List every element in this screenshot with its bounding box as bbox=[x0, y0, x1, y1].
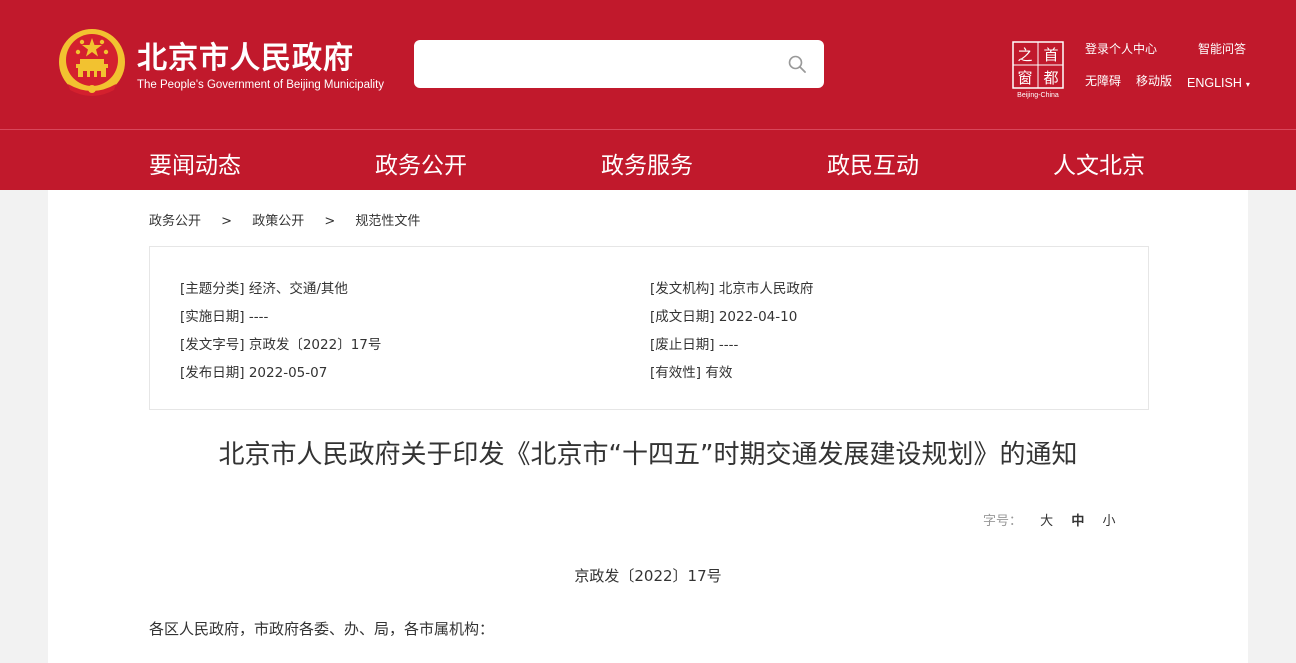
meta-key: [成文日期] bbox=[650, 309, 715, 325]
document-number: 京政发〔2022〕17号 bbox=[574, 567, 722, 585]
nav-item-interaction[interactable]: 政民互动 bbox=[827, 146, 919, 180]
meta-key: [发文字号] bbox=[180, 337, 245, 353]
english-label: ENGLISH bbox=[1187, 76, 1242, 90]
meta-doc-number: [发文字号] 京政发〔2022〕17号 bbox=[180, 333, 381, 353]
smart-qa-link[interactable]: 智能问答 bbox=[1198, 40, 1246, 57]
meta-value: 北京市人民政府 bbox=[718, 281, 814, 297]
meta-topic: [主题分类] 经济、交通/其他 bbox=[180, 277, 348, 297]
search-input[interactable] bbox=[414, 40, 824, 88]
meta-key: [主题分类] bbox=[180, 281, 245, 297]
mobile-version-link[interactable]: 移动版 bbox=[1136, 72, 1172, 89]
font-size-label: 字号： bbox=[983, 514, 1023, 529]
nav-item-gov-affairs-open[interactable]: 政务公开 bbox=[375, 146, 467, 180]
nav-item-gov-services[interactable]: 政务服务 bbox=[601, 146, 693, 180]
capital-logo-caption: Beijing-China bbox=[1017, 92, 1059, 99]
document-recipients: 各区人民政府，市政府各委、办、局，各市属机构： bbox=[149, 620, 495, 638]
dropdown-arrow-icon: ▾ bbox=[1245, 80, 1250, 89]
meta-issuer: [发文机构] 北京市人民政府 bbox=[650, 277, 813, 297]
breadcrumb-item-policy[interactable]: 政策公开 bbox=[252, 210, 304, 229]
breadcrumb-item-normative-docs[interactable]: 规范性文件 bbox=[355, 210, 420, 229]
meta-repeal-date: [废止日期] ---- bbox=[650, 333, 738, 353]
meta-validity: [有效性] 有效 bbox=[650, 361, 732, 381]
meta-value: ---- bbox=[248, 309, 269, 325]
site-header: 北京市人民政府 The People's Government of Beiji… bbox=[0, 0, 1296, 190]
font-size-switcher: 字号： 大 中 小 bbox=[983, 510, 1115, 529]
english-link[interactable]: ENGLISH ▾ bbox=[1187, 76, 1250, 90]
font-size-small-button[interactable]: 小 bbox=[1102, 514, 1115, 529]
meta-value: 京政发〔2022〕17号 bbox=[248, 337, 382, 353]
breadcrumb-separator: > bbox=[324, 214, 336, 229]
meta-key: [有效性] bbox=[650, 365, 702, 381]
main-content: 政务公开 > 政策公开 > 规范性文件 [主题分类] 经济、交通/其他 [发文机… bbox=[48, 190, 1248, 663]
meta-value: 有效 bbox=[705, 365, 733, 381]
font-size-large-button[interactable]: 大 bbox=[1040, 514, 1053, 529]
capital-logo-char-2: 首 bbox=[1043, 46, 1058, 64]
capital-window-logo-icon[interactable]: 之 首 窗 都 Beijing-China bbox=[1012, 41, 1064, 99]
meta-written-date: [成文日期] 2022-04-10 bbox=[650, 305, 797, 325]
capital-logo-char-4: 都 bbox=[1043, 69, 1058, 87]
meta-value: ---- bbox=[718, 337, 739, 353]
nav-item-news[interactable]: 要闻动态 bbox=[149, 146, 241, 180]
meta-key: [发布日期] bbox=[180, 365, 245, 381]
breadcrumb: 政务公开 > 政策公开 > 规范性文件 bbox=[149, 210, 420, 229]
site-subtitle: The People's Government of Beijing Munic… bbox=[137, 79, 385, 91]
breadcrumb-item-gov-affairs[interactable]: 政务公开 bbox=[149, 210, 201, 229]
login-link[interactable]: 登录个人中心 bbox=[1085, 40, 1157, 57]
search-icon[interactable] bbox=[788, 55, 806, 73]
header-top: 北京市人民政府 The People's Government of Beiji… bbox=[0, 0, 1296, 129]
capital-logo-char-3: 窗 bbox=[1017, 69, 1032, 87]
meta-key: [废止日期] bbox=[650, 337, 715, 353]
site-title[interactable]: 北京市人民政府 bbox=[137, 33, 354, 77]
breadcrumb-separator: > bbox=[221, 214, 233, 229]
main-nav: 要闻动态 政务公开 政务服务 政民互动 人文北京 bbox=[0, 130, 1296, 190]
document-title: 北京市人民政府关于印发《北京市“十四五”时期交通发展建设规划》的通知 bbox=[218, 440, 1078, 470]
document-meta-box: [主题分类] 经济、交通/其他 [发文机构] 北京市人民政府 [实施日期] --… bbox=[149, 246, 1149, 410]
meta-publish-date: [发布日期] 2022-05-07 bbox=[180, 361, 327, 381]
meta-value: 2022-04-10 bbox=[718, 309, 798, 325]
font-size-medium-button[interactable]: 中 bbox=[1071, 514, 1084, 529]
meta-key: [发文机构] bbox=[650, 281, 715, 297]
capital-logo-char-1: 之 bbox=[1017, 46, 1032, 64]
meta-key: [实施日期] bbox=[180, 309, 245, 325]
meta-value: 经济、交通/其他 bbox=[248, 281, 348, 297]
meta-effective-date: [实施日期] ---- bbox=[180, 305, 268, 325]
nav-item-culture-beijing[interactable]: 人文北京 bbox=[1053, 146, 1145, 180]
meta-value: 2022-05-07 bbox=[248, 365, 328, 381]
national-emblem-icon bbox=[59, 29, 125, 96]
accessibility-link[interactable]: 无障碍 bbox=[1085, 72, 1121, 89]
